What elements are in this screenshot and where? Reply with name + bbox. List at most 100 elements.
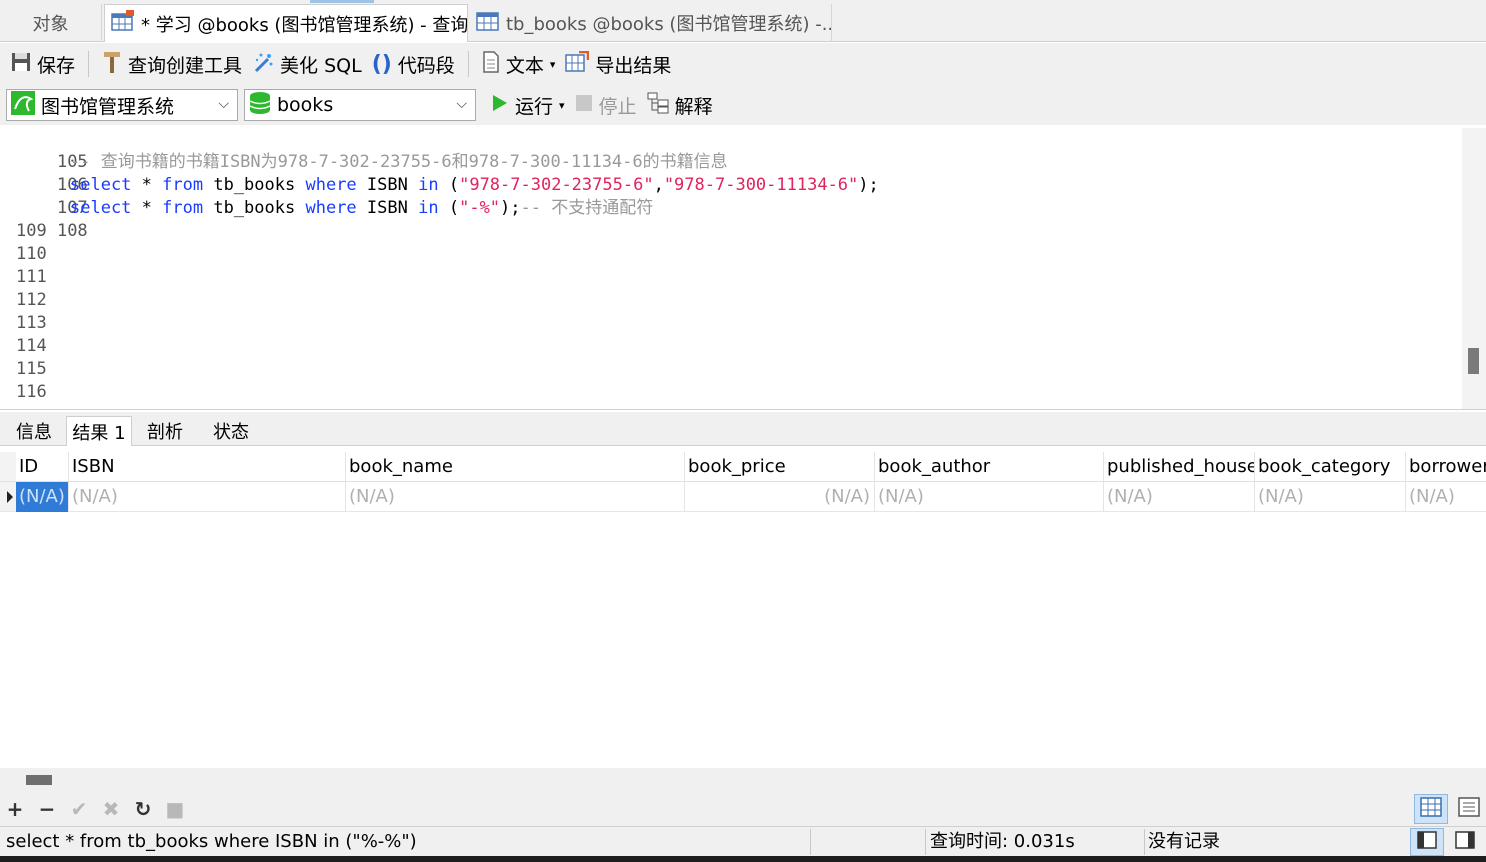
show-right-panel-button[interactable] (1448, 828, 1482, 856)
sql-punctuation: ( (438, 175, 460, 195)
tab-strip-highlight (310, 0, 374, 3)
grid-horizontal-scroll-thumb[interactable] (26, 775, 52, 785)
cell-book-name[interactable]: (N/A) (346, 482, 685, 512)
status-divider (1144, 829, 1145, 855)
column-header-isbn[interactable]: ISBN (69, 452, 346, 482)
editor-scroll-thumb[interactable] (1468, 348, 1479, 374)
beautify-sql-label: 美化 SQL (280, 54, 362, 77)
text-mode-button[interactable]: 文本 ▾ (477, 47, 561, 81)
stop-square-icon[interactable]: ■ (164, 797, 186, 821)
cell-id[interactable]: (N/A) (16, 482, 69, 512)
cell-book-price[interactable]: (N/A) (685, 482, 875, 512)
stop-label: 停止 (598, 95, 637, 118)
sql-editor[interactable]: 105 106 -- 查询书籍的书籍ISBN为978-7-302-23755-6… (0, 128, 1486, 410)
add-record-icon[interactable]: + (4, 797, 26, 821)
grid-header-row: ID ISBN book_name book_price book_author… (0, 452, 1486, 482)
sql-string: "978-7-300-11134-6" (663, 175, 859, 195)
status-divider (810, 829, 811, 855)
beautify-sql-button[interactable]: 美化 SQL (247, 47, 367, 81)
server-select[interactable]: 图书馆管理系统 ⌵ (6, 89, 238, 121)
record-actions: + − ✔ ✖ ↻ ■ (4, 796, 186, 822)
explain-button[interactable]: 解释 (642, 88, 718, 122)
export-results-label: 导出结果 (595, 54, 672, 77)
cell-book-author[interactable]: (N/A) (875, 482, 1104, 512)
cell-borrower[interactable]: (N/A) (1406, 482, 1486, 512)
line-number: 116 (16, 382, 47, 402)
refresh-icon[interactable]: ↻ (132, 797, 154, 821)
column-header-borrower[interactable]: borrower (1406, 452, 1486, 482)
column-header-book-name[interactable]: book_name (346, 452, 685, 482)
chevron-down-icon: ▾ (549, 57, 556, 71)
show-left-panel-button[interactable] (1410, 828, 1444, 856)
save-button[interactable]: 保存 (6, 47, 80, 81)
toolbar-divider (88, 51, 90, 77)
tab-status[interactable]: 状态 (198, 416, 264, 446)
run-button[interactable]: 运行 ▾ (486, 88, 570, 122)
line-number: 111 (16, 267, 47, 287)
column-header-book-price[interactable]: book_price (685, 452, 875, 482)
column-header-published-house[interactable]: published_house (1104, 452, 1255, 482)
toolbar-divider (467, 51, 469, 77)
delete-record-icon[interactable]: − (36, 797, 58, 821)
export-results-button[interactable]: 导出结果 (560, 47, 676, 81)
database-select[interactable]: books ⌵ (244, 89, 476, 121)
panel-right-icon (1455, 830, 1475, 854)
editor-line: 110 (0, 243, 60, 266)
sql-punctuation: ( (438, 198, 460, 218)
sql-punctuation: * (131, 198, 163, 218)
editor-line: 106 -- 查询书籍的书籍ISBN为978-7-302-23755-6和978… (0, 151, 728, 195)
table-row[interactable]: (N/A) (N/A) (N/A) (N/A) (N/A) (N/A) (N/A… (0, 482, 1486, 512)
apply-check-icon[interactable]: ✔ (68, 797, 90, 821)
stop-button[interactable]: 停止 (570, 88, 642, 122)
sql-comment-line: -- 查询书籍的书籍ISBN为978-7-302-23755-6和978-7-3… (70, 152, 728, 172)
grid-view-button[interactable] (1414, 794, 1448, 824)
cell-published-house[interactable]: (N/A) (1104, 482, 1255, 512)
play-icon (491, 93, 509, 118)
cell-isbn[interactable]: (N/A) (69, 482, 346, 512)
sql-punctuation: , (653, 175, 664, 195)
form-view-button[interactable] (1452, 794, 1486, 824)
form-view-icon (1458, 796, 1480, 822)
sql-keyword: select (70, 198, 132, 218)
sql-string: "978-7-302-23755-6" (459, 175, 654, 195)
tab-result-1[interactable]: 结果 1 (66, 416, 132, 446)
tab-table[interactable]: tb_books @books (图书馆管理系统) -... (470, 4, 832, 42)
tab-info[interactable]: 信息 (2, 416, 66, 446)
column-header-book-author[interactable]: book_author (875, 452, 1104, 482)
grid-bottom-toolbar: + − ✔ ✖ ↻ ■ (0, 768, 1486, 826)
query-builder-button[interactable]: 查询创建工具 (97, 47, 247, 81)
tab-query[interactable]: * 学习 @books (图书馆管理系统) - 查询 (104, 4, 468, 42)
hammer-icon (102, 50, 122, 79)
line-number: 113 (16, 313, 47, 333)
export-grid-icon (565, 50, 590, 78)
tab-objects-label: 对象 (32, 14, 69, 35)
editor-line: 107 select * from tb_books where ISBN in… (0, 174, 879, 218)
sql-identifier: ISBN (366, 175, 408, 195)
line-number: 109 (16, 221, 47, 241)
status-bar: select * from tb_books where ISBN in ("%… (0, 826, 1486, 856)
editor-line: 111 (0, 266, 60, 289)
code-snippet-label: 代码段 (397, 54, 455, 77)
sql-identifier: tb_books (213, 198, 296, 218)
save-label: 保存 (37, 54, 76, 77)
sql-punctuation (295, 175, 305, 195)
status-query-time: 查询时间: 0.031s (930, 831, 1075, 852)
chevron-down-icon: ▾ (559, 98, 565, 112)
column-header-id[interactable]: ID (16, 452, 69, 482)
line-number: 110 (16, 244, 47, 264)
tab-objects[interactable]: 对象 (0, 4, 102, 42)
editor-vertical-scrollbar[interactable] (1462, 128, 1486, 409)
discard-x-icon[interactable]: ✖ (100, 797, 122, 821)
code-snippet-button[interactable]: () 代码段 (367, 47, 460, 81)
sql-keyword: where (305, 175, 357, 195)
sql-punctuation (295, 198, 305, 218)
mysql-connection-icon (11, 90, 35, 120)
sql-identifier: tb_books (213, 175, 296, 195)
column-header-book-category[interactable]: book_category (1255, 452, 1406, 482)
query-toolbar: 保存 查询创建工具 美化 SQL () 代码段 文本 ▾ 导出结果 (0, 43, 1486, 85)
tab-profile[interactable]: 剖析 (132, 416, 198, 446)
cell-book-category[interactable]: (N/A) (1255, 482, 1406, 512)
result-grid: ID ISBN book_name book_price book_author… (0, 446, 1486, 768)
sql-punctuation (357, 175, 367, 195)
connection-bar: 图书馆管理系统 ⌵ books ⌵ 运行 ▾ 停止 解释 (0, 85, 1486, 125)
